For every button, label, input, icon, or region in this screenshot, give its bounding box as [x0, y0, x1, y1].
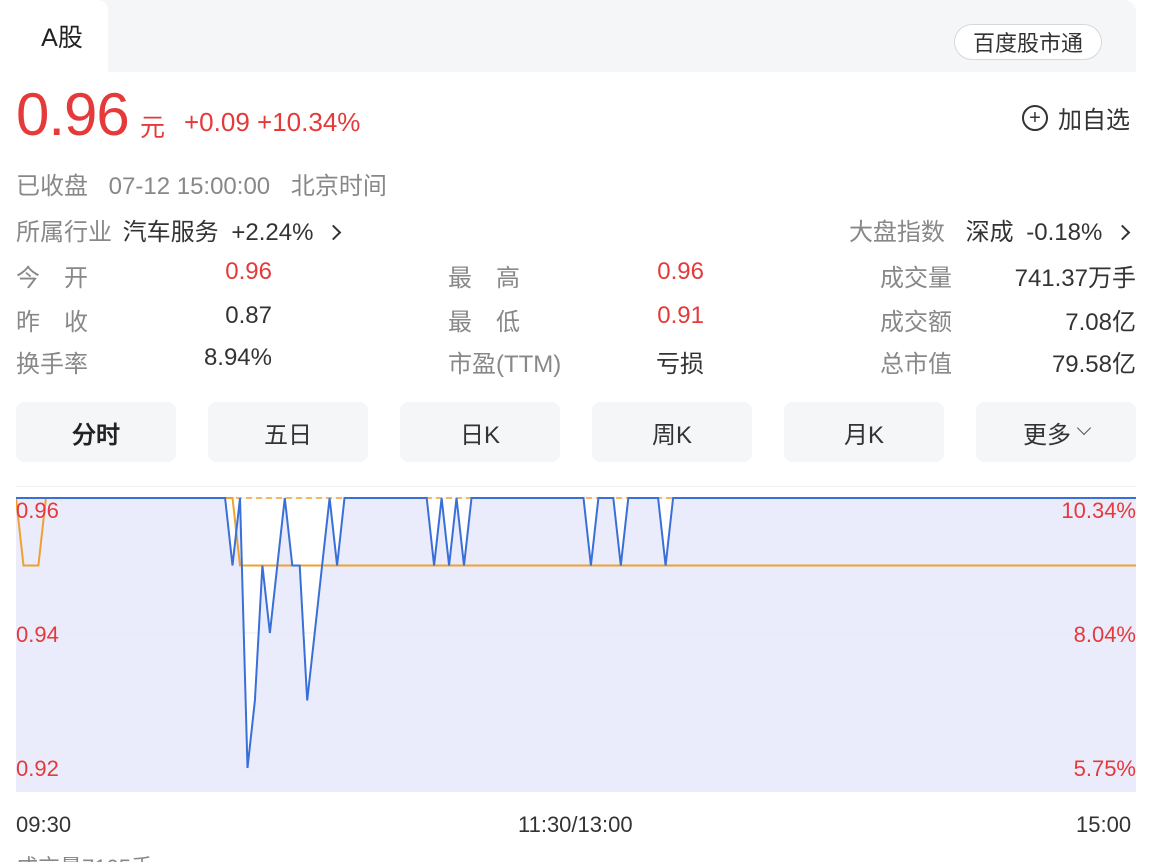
stat-amount-value: 7.08亿 [1065, 309, 1136, 336]
tab-five-day[interactable]: 五日 [208, 402, 368, 462]
plus-circle-icon: + [1022, 104, 1048, 131]
chevron-right-icon [325, 224, 342, 241]
x-tick-open: 09:30 [16, 812, 72, 837]
index-name: 深成 [965, 219, 1014, 246]
stat-open-value: 0.96 [225, 258, 272, 285]
change-amount: +0.09 [184, 107, 250, 137]
tab-monthly-k[interactable]: 月K [784, 402, 944, 462]
stat-volume-label: 成交量 [880, 265, 952, 292]
add-watchlist-button[interactable]: + 加自选 [1022, 100, 1130, 135]
tab-more[interactable]: 更多 [976, 402, 1136, 462]
change-percent: +10.34% [257, 107, 361, 137]
stat-market-cap-label: 总市值 [880, 351, 952, 378]
price-change: +0.09 +10.34% [184, 107, 360, 138]
chevron-down-icon [1076, 420, 1092, 436]
price-unit: 元 [140, 114, 166, 142]
index-value: -0.18% [1026, 219, 1103, 246]
stat-turnover-label: 换手率 [16, 351, 88, 378]
intraday-chart[interactable] [16, 486, 1136, 792]
chart-period-tabs: 分时 五日 日K 周K 月K 更多 [16, 402, 1136, 462]
industry-value: +2.24% [231, 219, 314, 246]
volume-caption: 成交量7105手 [16, 850, 153, 862]
add-watchlist-label: 加自选 [1058, 107, 1130, 134]
y-right-tick: 10.34% [1061, 498, 1136, 523]
current-price: 0.96 [16, 81, 130, 148]
industry-link[interactable]: 所属行业 汽车服务 +2.24% [16, 212, 342, 247]
y-right-tick: 8.04% [1073, 622, 1136, 647]
y-left-tick: 0.96 [16, 498, 59, 523]
stat-turnover-value: 8.94% [203, 344, 272, 371]
stat-prev-close-value: 0.87 [225, 302, 272, 329]
status-text: 已收盘 [16, 173, 88, 200]
index-label: 大盘指数 [848, 219, 945, 246]
x-tick-close: 15:00 [1076, 812, 1132, 837]
market-index-link[interactable]: 大盘指数 深成 -0.18% [848, 212, 1131, 247]
stat-low-label: 最 低 [448, 309, 520, 336]
tab-a-share[interactable]: A股 [16, 0, 108, 72]
stat-amount-label: 成交额 [880, 309, 952, 336]
stat-pe-value: 亏损 [656, 351, 704, 378]
baidu-stock-button[interactable]: 百度股市通 [954, 24, 1102, 60]
industry-label: 所属行业 [16, 219, 112, 246]
stat-low-value: 0.91 [657, 302, 704, 329]
tab-weekly-k[interactable]: 周K [592, 402, 752, 462]
status-timezone: 北京时间 [290, 173, 387, 200]
y-right-tick: 5.75% [1073, 756, 1136, 781]
tab-daily-k[interactable]: 日K [400, 402, 560, 462]
stat-prev-close-label: 昨 收 [16, 309, 88, 336]
stat-open-label: 今 开 [16, 265, 88, 292]
stat-volume-value: 741.37万手 [1014, 265, 1136, 292]
y-left-tick: 0.94 [16, 622, 59, 647]
x-tick-midday: 11:30/13:00 [518, 812, 633, 837]
stat-market-cap-value: 79.58亿 [1051, 351, 1136, 378]
stat-pe-label: 市盈(TTM) [448, 351, 562, 378]
chevron-right-icon [1114, 224, 1131, 241]
status-datetime: 07-12 15:00:00 [108, 173, 271, 200]
price-area-fill [16, 498, 1136, 792]
stat-high-value: 0.96 [657, 258, 704, 285]
market-status: 已收盘 07-12 15:00:00 北京时间 [16, 166, 401, 201]
stat-high-label: 最 高 [448, 265, 520, 292]
tab-intraday[interactable]: 分时 [16, 402, 176, 462]
industry-name: 汽车服务 [122, 219, 219, 246]
stats-grid: 今 开 0.96 昨 收 0.87 换手率 8.94% 最 高 0.96 最 低… [16, 258, 1136, 388]
tab-more-label: 更多 [1023, 421, 1071, 449]
y-left-tick: 0.92 [16, 756, 59, 781]
